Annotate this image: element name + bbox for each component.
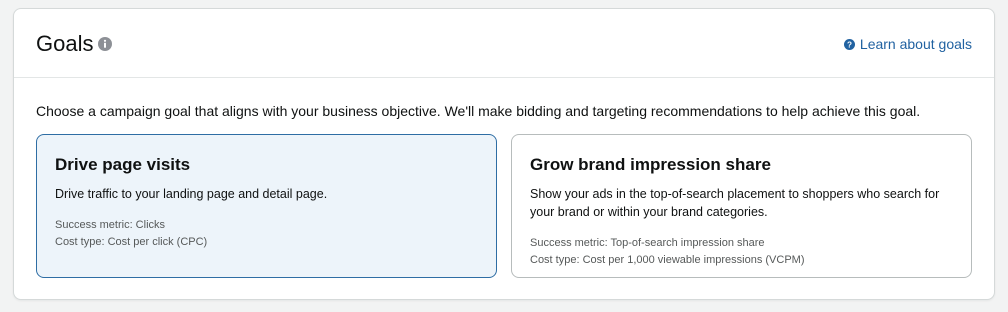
goal-description: Show your ads in the top-of-search place… [530,187,940,219]
goal-description: Drive traffic to your landing page and d… [55,187,328,201]
goal-title: Drive page visits [55,155,191,174]
goals-description: Choose a campaign goal that aligns with … [36,103,921,119]
learn-about-goals-link[interactable]: ? Learn about goals [843,35,972,53]
learn-link-label: Learn about goals [859,36,972,52]
info-circle-icon[interactable] [98,37,112,51]
goal-card-grow-brand-impression-share[interactable]: Grow brand impression share Show your ad… [511,134,972,278]
help-circle-icon: ? [843,38,855,50]
page-title: Goals [36,31,94,56]
goals-panel: Goals ? Learn about goals Choose a campa… [13,8,995,300]
panel-header: Goals ? Learn about goals [14,9,994,78]
goal-success-metric: Success metric: Top-of-search impression… [530,237,765,249]
goal-title: Grow brand impression share [530,155,771,174]
goal-cost-type: Cost type: Cost per click (CPC) [55,236,208,248]
goal-cost-type: Cost type: Cost per 1,000 viewable impre… [530,254,805,266]
goal-success-metric: Success metric: Clicks [55,219,166,231]
goal-card-drive-page-visits[interactable]: Drive page visits Drive traffic to your … [36,134,497,278]
svg-text:?: ? [847,40,852,49]
